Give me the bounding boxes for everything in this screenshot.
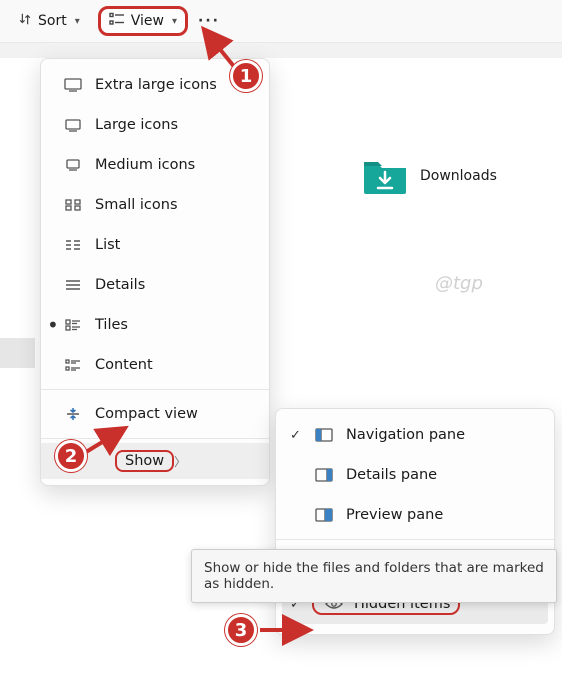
menu-label: Tiles [95, 317, 259, 333]
view-menu: Extra large icons Large icons Medium ico… [40, 58, 270, 486]
tooltip: Show or hide the files and folders that … [191, 549, 557, 603]
check-icon: ✓ [290, 428, 312, 443]
pane-icon [312, 468, 336, 482]
menu-label: Medium icons [95, 157, 259, 173]
menu-details[interactable]: Details [41, 265, 269, 305]
menu-small-icons[interactable]: Small icons [41, 185, 269, 225]
pane-icon [312, 508, 336, 522]
arrow-2 [82, 424, 142, 464]
sort-button[interactable]: Sort ▾ [10, 8, 88, 34]
menu-large-icons[interactable]: Large icons [41, 105, 269, 145]
divider [0, 42, 562, 58]
menu-label: Details [95, 277, 259, 293]
small-icon [59, 199, 87, 211]
submenu-label: Navigation pane [346, 427, 465, 443]
folder-downloads[interactable]: Downloads [362, 156, 497, 196]
details-icon [59, 279, 87, 291]
view-label: View [131, 13, 164, 29]
annotation-1: 1 [230, 60, 262, 92]
toolbar: Sort ▾ View ▾ ··· [0, 0, 562, 42]
tiles-icon [59, 319, 87, 331]
menu-list[interactable]: List [41, 225, 269, 265]
watermark: @tgp [435, 273, 483, 294]
chevron-down-icon: ▾ [75, 16, 80, 27]
compact-icon [59, 407, 87, 421]
separator [41, 438, 269, 439]
pane-icon [312, 428, 336, 442]
arrow-3 [258, 620, 318, 640]
sort-icon [18, 12, 32, 30]
menu-medium-icons[interactable]: Medium icons [41, 145, 269, 185]
separator [276, 539, 554, 540]
menu-content[interactable]: Content [41, 345, 269, 385]
menu-label: Small icons [95, 197, 259, 213]
menu-label: List [95, 237, 259, 253]
chevron-right-icon: 〉 [174, 453, 186, 470]
sort-label: Sort [38, 13, 67, 29]
submenu-label: Details pane [346, 467, 437, 483]
menu-tiles[interactable]: • Tiles [41, 305, 269, 345]
submenu-preview-pane[interactable]: Preview pane [276, 495, 554, 535]
selection-strip [0, 338, 35, 368]
view-icon [109, 12, 125, 30]
list-icon [59, 239, 87, 251]
submenu-details-pane[interactable]: Details pane [276, 455, 554, 495]
menu-label: Compact view [95, 406, 259, 422]
medium-icon [59, 159, 87, 171]
menu-label: Large icons [95, 117, 259, 133]
content-area: Downloads @tgp Extra large icons Large i… [0, 58, 562, 698]
folder-icon [362, 156, 408, 196]
extra-large-icon [59, 78, 87, 92]
separator [41, 389, 269, 390]
submenu-label: Preview pane [346, 507, 443, 523]
bullet-icon: • [47, 313, 59, 337]
menu-label: Content [95, 357, 259, 373]
chevron-down-icon: ▾ [172, 16, 177, 27]
menu-compact-view[interactable]: Compact view [41, 394, 269, 434]
content-icon [59, 359, 87, 371]
submenu-navigation-pane[interactable]: ✓ Navigation pane [276, 415, 554, 455]
annotation-3: 3 [225, 614, 257, 646]
view-button[interactable]: View ▾ [98, 6, 188, 36]
annotation-2: 2 [55, 440, 87, 472]
large-icon [59, 119, 87, 132]
folder-label: Downloads [420, 168, 497, 184]
